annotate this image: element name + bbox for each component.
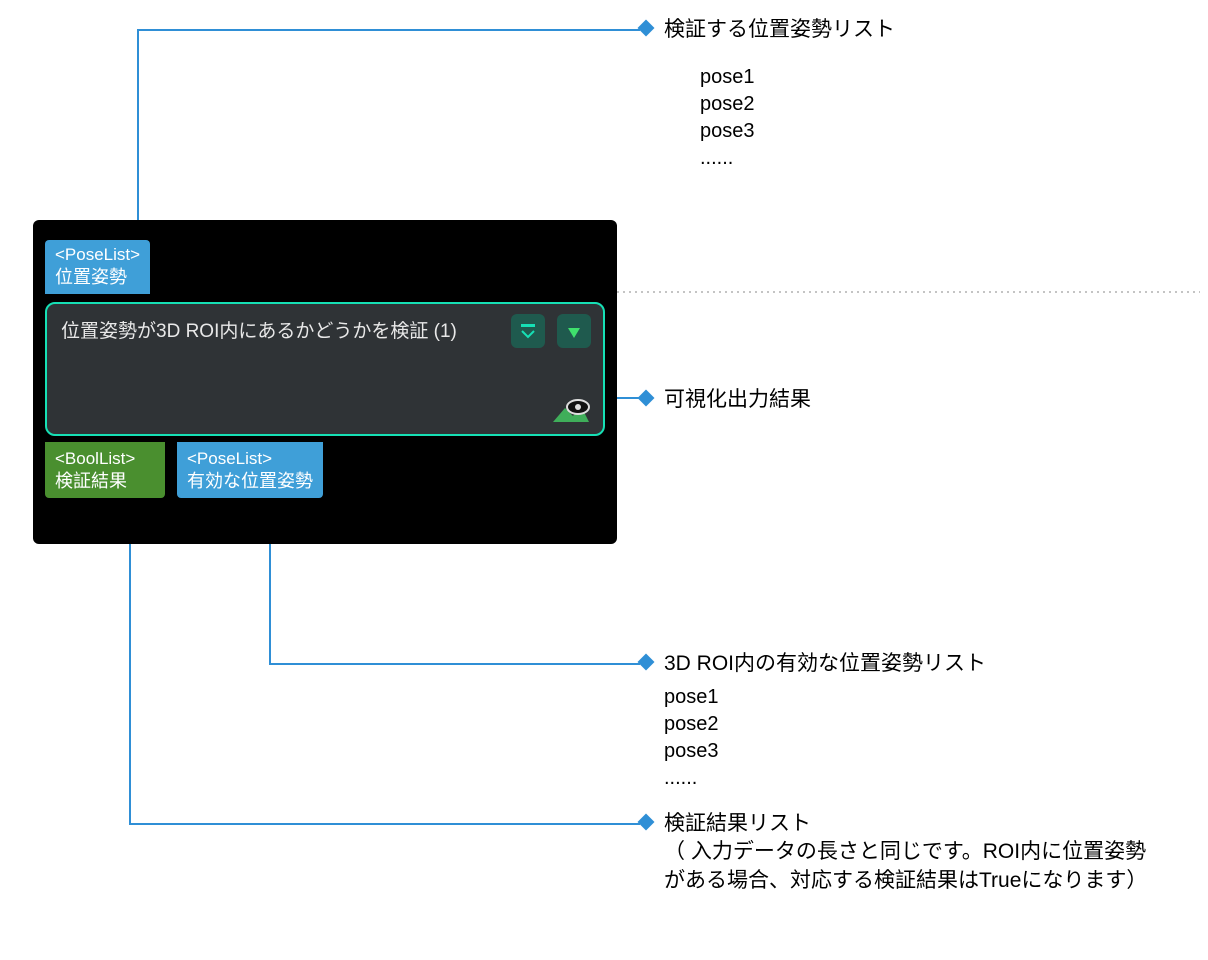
input-port-label: 位置姿勢 (55, 266, 140, 288)
diamond-bullet-icon (638, 654, 655, 671)
annotation-input-list: 検証する位置姿勢リスト pose1 pose2 pose3 ...... (640, 16, 895, 172)
input-port-poselist[interactable]: <PoseList> 位置姿勢 (45, 240, 150, 294)
annotation-valid-list: 3D ROI内の有効な位置姿勢リスト pose1 pose2 pose3 ...… (640, 650, 1160, 792)
node-validate-pose-in-roi: <PoseList> 位置姿勢 位置姿勢が3D ROI内にあるかどうかを検証 (… (33, 220, 617, 544)
output1-type: <BoolList> (55, 448, 155, 470)
diamond-bullet-icon (638, 20, 655, 37)
annotation-valid-items: pose1 pose2 pose3 ...... (664, 684, 1160, 792)
node-title: 位置姿勢が3D ROI内にあるかどうかを検証 (1) (61, 316, 589, 343)
annotation-result-detail: （ 入力データの長さと同じです。ROI内に位置姿勢がある場合、対応する検証結果は… (664, 838, 1160, 895)
output2-type: <PoseList> (187, 448, 313, 470)
annotation-result-list: 検証結果リスト （ 入力データの長さと同じです。ROI内に位置姿勢がある場合、対… (640, 810, 1160, 895)
run-down-icon[interactable] (557, 314, 591, 348)
input-port-type: <PoseList> (55, 244, 140, 266)
node-body[interactable]: 位置姿勢が3D ROI内にあるかどうかを検証 (1) (45, 302, 605, 436)
output1-label: 検証結果 (55, 470, 155, 492)
output-port-poselist[interactable]: <PoseList> 有効な位置姿勢 (177, 442, 323, 498)
expand-down-icon[interactable] (511, 314, 545, 348)
annotation-input-items: pose1 pose2 pose3 ...... (700, 64, 895, 172)
annotation-visualize: 可視化出力結果 (640, 386, 811, 414)
annotation-vis-title: 可視化出力結果 (664, 388, 811, 411)
output-port-boollist[interactable]: <BoolList> 検証結果 (45, 442, 165, 498)
annotation-valid-title: 3D ROI内の有効な位置姿勢リスト (664, 652, 986, 675)
diamond-bullet-icon (638, 390, 655, 407)
annotation-input-title: 検証する位置姿勢リスト (664, 18, 895, 41)
output2-label: 有効な位置姿勢 (187, 470, 313, 492)
diamond-bullet-icon (638, 814, 655, 831)
visualize-output-icon[interactable] (551, 398, 591, 426)
annotation-result-title: 検証結果リスト (664, 812, 811, 835)
